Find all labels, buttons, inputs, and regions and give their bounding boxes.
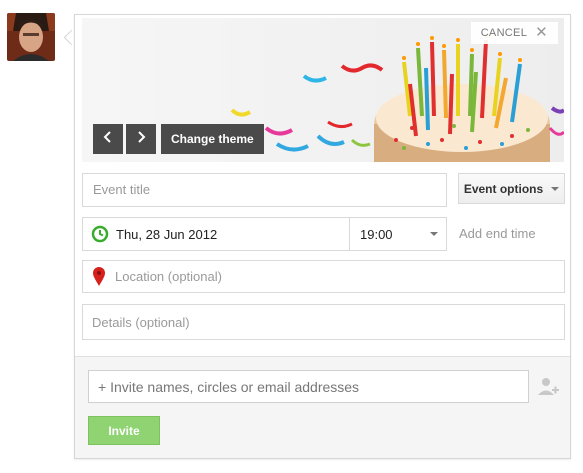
chevron-left-icon <box>103 130 113 149</box>
add-end-time-link[interactable]: Add end time <box>459 226 536 241</box>
chevron-down-icon <box>551 186 560 191</box>
event-title-placeholder: Event title <box>93 182 151 197</box>
invite-button[interactable]: Invite <box>88 416 160 445</box>
event-options-label: Event options <box>463 181 544 196</box>
details-input[interactable]: Details (optional) <box>82 304 565 340</box>
avatar <box>7 13 55 61</box>
event-date-value: Thu, 28 Jun 2012 <box>116 226 218 242</box>
add-person-icon[interactable] <box>537 376 559 398</box>
event-options-button[interactable]: Event options <box>458 173 565 204</box>
cancel-label: CANCEL <box>480 27 528 39</box>
event-time-select[interactable]: 19:00 <box>349 217 447 251</box>
event-time-value: 19:00 <box>360 226 393 242</box>
theme-banner: CANCEL ✕ Change theme <box>82 18 564 162</box>
event-title-input[interactable]: Event title <box>82 173 447 207</box>
cancel-button[interactable]: CANCEL ✕ <box>470 22 558 44</box>
location-input[interactable]: Location (optional) <box>82 260 565 293</box>
chevron-down-icon <box>430 232 438 236</box>
map-pin-icon <box>92 266 106 287</box>
location-placeholder: Location (optional) <box>115 269 222 284</box>
close-icon: ✕ <box>535 24 548 41</box>
event-card: CANCEL ✕ Change theme Event title Event … <box>74 14 571 459</box>
invite-input[interactable]: + Invite names, circles or email address… <box>88 370 529 403</box>
details-placeholder: Details (optional) <box>92 315 190 330</box>
chevron-right-icon <box>136 130 146 149</box>
next-theme-button[interactable] <box>126 124 156 154</box>
event-date-field[interactable]: Thu, 28 Jun 2012 <box>82 217 351 251</box>
prev-theme-button[interactable] <box>93 124 123 154</box>
clock-icon <box>91 225 109 243</box>
invite-placeholder: + Invite names, circles or email address… <box>98 378 360 395</box>
change-theme-button[interactable]: Change theme <box>161 124 264 154</box>
invite-section: + Invite names, circles or email address… <box>75 357 570 458</box>
